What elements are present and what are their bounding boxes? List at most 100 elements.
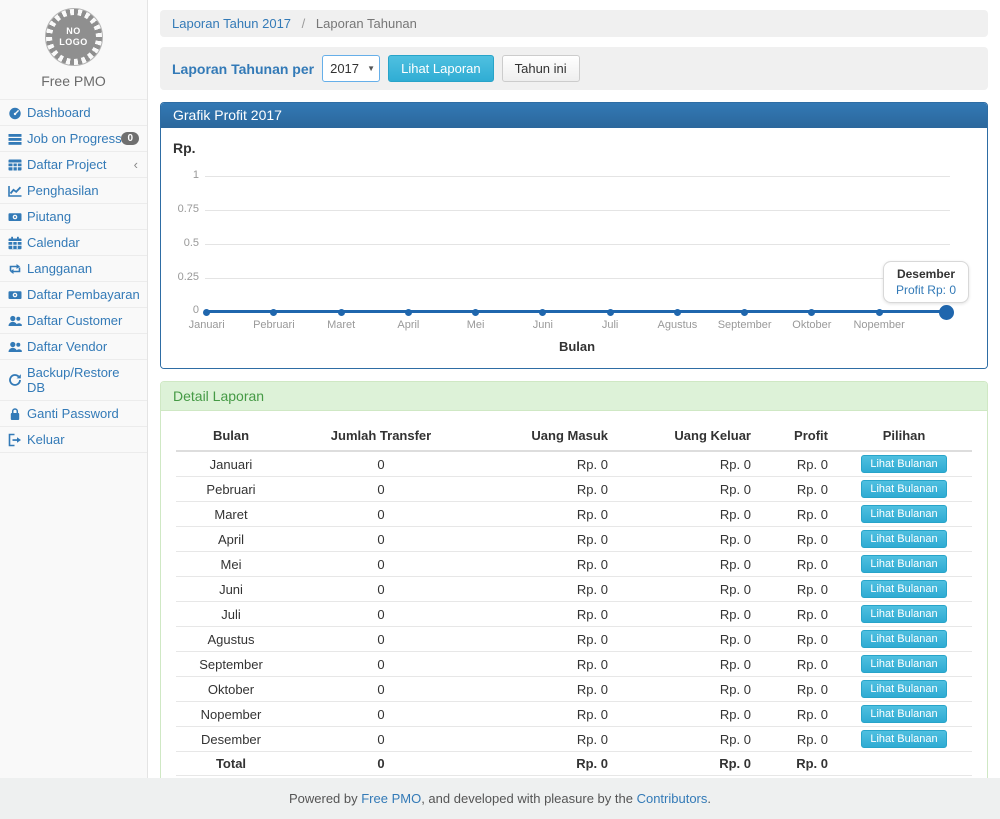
lihat-bulanan-button[interactable]: Lihat Bulanan	[861, 455, 946, 473]
table-row: September 0 Rp. 0 Rp. 0 Rp. 0 Lihat Bula…	[176, 652, 972, 677]
sidebar-item-label: Daftar Project	[27, 157, 106, 172]
retweet-icon	[8, 262, 22, 276]
breadcrumb-separator: /	[302, 16, 306, 31]
data-point[interactable]	[644, 304, 711, 320]
sidebar-item-job-on-progress[interactable]: Job on Progress 0	[0, 126, 147, 152]
x-axis-label: Oktober	[778, 319, 845, 331]
cell-profit: Rp. 0	[759, 727, 836, 752]
data-point[interactable]	[240, 304, 307, 320]
sidebar-item-keluar[interactable]: Keluar	[0, 427, 147, 453]
lihat-bulanan-button[interactable]: Lihat Bulanan	[861, 655, 946, 673]
sidebar-item-label: Backup/Restore DB	[27, 365, 141, 395]
sidebar-item-backup-restore-db[interactable]: Backup/Restore DB	[0, 360, 147, 401]
users-icon	[8, 340, 22, 354]
cell-profit: Rp. 0	[759, 627, 836, 652]
lihat-bulanan-button[interactable]: Lihat Bulanan	[861, 705, 946, 723]
data-point[interactable]	[442, 304, 509, 320]
lihat-bulanan-button[interactable]: Lihat Bulanan	[861, 680, 946, 698]
cell-masuk: Rp. 0	[476, 727, 616, 752]
sidebar-item-penghasilan[interactable]: Penghasilan	[0, 178, 147, 204]
profit-line-chart: Rp. 1 0.75 0.5 0.25 0 JanuariPebruariMar…	[161, 128, 987, 368]
total-transfer: 0	[286, 752, 476, 776]
cell-profit: Rp. 0	[759, 702, 836, 727]
sidebar-nav: Dashboard Job on Progress 0 Daftar Proje…	[0, 99, 147, 453]
tooltip-title: Desember	[896, 267, 956, 281]
tahun-ini-button[interactable]: Tahun ini	[502, 55, 580, 82]
cell-transfer: 0	[286, 477, 476, 502]
cell-keluar: Rp. 0	[616, 602, 759, 627]
data-point[interactable]	[173, 304, 240, 320]
chart-tooltip: Desember Profit Rp: 0	[883, 261, 969, 303]
table-total-row: Total 0 Rp. 0 Rp. 0 Rp. 0	[176, 752, 972, 776]
cell-masuk: Rp. 0	[476, 527, 616, 552]
cell-bulan: Maret	[176, 502, 286, 527]
data-point[interactable]	[509, 304, 576, 320]
contributors-link[interactable]: Contributors	[637, 791, 708, 806]
x-axis-label: Maret	[308, 319, 375, 331]
lihat-laporan-button[interactable]: Lihat Laporan	[388, 55, 494, 82]
lihat-bulanan-button[interactable]: Lihat Bulanan	[861, 505, 946, 523]
data-point[interactable]	[846, 304, 913, 320]
sidebar-item-daftar-project[interactable]: Daftar Project ‹	[0, 152, 147, 178]
sidebar-item-langganan[interactable]: Langganan	[0, 256, 147, 282]
cell-masuk: Rp. 0	[476, 627, 616, 652]
cell-masuk: Rp. 0	[476, 552, 616, 577]
free-pmo-link[interactable]: Free PMO	[361, 791, 421, 806]
detail-laporan-panel: Detail Laporan Bulan Jumlah Transfer Uan…	[160, 381, 988, 778]
lihat-bulanan-button[interactable]: Lihat Bulanan	[861, 555, 946, 573]
line-chart-icon	[8, 184, 22, 198]
sidebar-item-label: Penghasilan	[27, 183, 99, 198]
table-panel-title: Detail Laporan	[161, 382, 987, 411]
lihat-bulanan-button[interactable]: Lihat Bulanan	[861, 530, 946, 548]
cell-keluar: Rp. 0	[616, 727, 759, 752]
table-icon	[8, 158, 22, 172]
cell-masuk: Rp. 0	[476, 477, 616, 502]
table-row: Agustus 0 Rp. 0 Rp. 0 Rp. 0 Lihat Bulana…	[176, 627, 972, 652]
data-point[interactable]	[778, 304, 845, 320]
cell-bulan: Nopember	[176, 702, 286, 727]
x-axis-label: Juli	[577, 319, 644, 331]
sidebar-item-label: Calendar	[27, 235, 80, 250]
sidebar-item-calendar[interactable]: Calendar	[0, 230, 147, 256]
tasks-icon	[8, 132, 22, 146]
sidebar-item-ganti-password[interactable]: Ganti Password	[0, 401, 147, 427]
lihat-bulanan-button[interactable]: Lihat Bulanan	[861, 630, 946, 648]
data-point-desember[interactable]	[913, 304, 980, 320]
year-select[interactable]: 2017	[322, 55, 380, 82]
sidebar-item-daftar-customer[interactable]: Daftar Customer	[0, 308, 147, 334]
lihat-bulanan-button[interactable]: Lihat Bulanan	[861, 605, 946, 623]
data-point[interactable]	[577, 304, 644, 320]
profit-chart-panel: Grafik Profit 2017 Rp. 1 0.75 0.5 0.25 0	[160, 102, 988, 369]
total-keluar: Rp. 0	[616, 752, 759, 776]
total-masuk: Rp. 0	[476, 752, 616, 776]
lihat-bulanan-button[interactable]: Lihat Bulanan	[861, 580, 946, 598]
sidebar-item-piutang[interactable]: Piutang	[0, 204, 147, 230]
table-row: April 0 Rp. 0 Rp. 0 Rp. 0 Lihat Bulanan	[176, 527, 972, 552]
money-icon	[8, 288, 22, 302]
breadcrumb-link-laporan-tahun[interactable]: Laporan Tahun 2017	[172, 16, 291, 31]
data-point[interactable]	[711, 304, 778, 320]
data-point[interactable]	[308, 304, 375, 320]
cell-profit: Rp. 0	[759, 552, 836, 577]
data-point[interactable]	[375, 304, 442, 320]
y-axis-title: Rp.	[173, 140, 196, 156]
lihat-bulanan-button[interactable]: Lihat Bulanan	[861, 730, 946, 748]
sidebar-item-dashboard[interactable]: Dashboard	[0, 100, 147, 126]
cell-transfer: 0	[286, 627, 476, 652]
col-jumlah-transfer: Jumlah Transfer	[286, 421, 476, 451]
table-row: Oktober 0 Rp. 0 Rp. 0 Rp. 0 Lihat Bulana…	[176, 677, 972, 702]
cell-transfer: 0	[286, 502, 476, 527]
cell-masuk: Rp. 0	[476, 652, 616, 677]
cell-transfer: 0	[286, 577, 476, 602]
cell-transfer: 0	[286, 702, 476, 727]
sidebar-item-daftar-pembayaran[interactable]: Daftar Pembayaran	[0, 282, 147, 308]
total-label: Total	[176, 752, 286, 776]
brand-name: Free PMO	[0, 73, 147, 89]
cell-profit: Rp. 0	[759, 451, 836, 477]
cell-keluar: Rp. 0	[616, 502, 759, 527]
x-axis-label: Pebruari	[240, 319, 307, 331]
filter-label: Laporan Tahunan per	[172, 61, 314, 77]
lihat-bulanan-button[interactable]: Lihat Bulanan	[861, 480, 946, 498]
sidebar-item-daftar-vendor[interactable]: Daftar Vendor	[0, 334, 147, 360]
cell-keluar: Rp. 0	[616, 552, 759, 577]
